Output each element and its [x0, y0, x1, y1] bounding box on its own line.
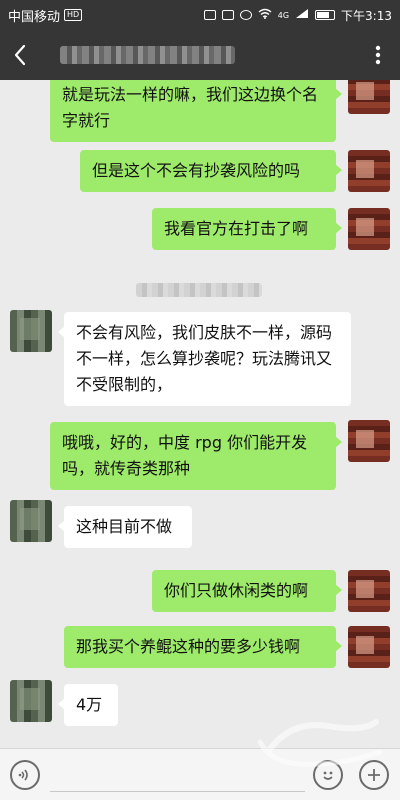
- message-bubble-sent[interactable]: 但是这个不会有抄袭风险的吗: [80, 150, 342, 192]
- message-bubble-sent[interactable]: 我看官方在打击了啊: [152, 208, 342, 250]
- message-bubble-sent[interactable]: 哦哦，好的，中度 rpg 你们能开发吗，就传奇类那种: [50, 422, 342, 490]
- clock: 下午3:13: [341, 8, 392, 23]
- plus-icon[interactable]: [359, 759, 389, 790]
- chat-header: [0, 30, 400, 80]
- alarm-icon: [239, 10, 252, 20]
- message-bubble-sent[interactable]: 你们只做休闲类的啊: [152, 570, 342, 612]
- message-bubble-received[interactable]: 这种目前不做: [58, 506, 192, 548]
- carrier-name: 中国移动: [8, 9, 61, 25]
- message-bubble-sent[interactable]: 那我买个养鲲这种的要多少钱啊: [64, 626, 342, 668]
- message-bubble-sent[interactable]: 就是玩法一样的嘛，我们这边换个名字就行: [50, 80, 342, 142]
- input-bar: [0, 748, 400, 800]
- message-input[interactable]: [50, 757, 305, 792]
- more-vertical-icon[interactable]: [356, 30, 400, 80]
- contact-avatar[interactable]: [10, 310, 52, 352]
- status-icons: 4G 下午3:13: [203, 7, 392, 24]
- wifi-icon: [258, 8, 272, 22]
- my-avatar[interactable]: [348, 150, 390, 192]
- message-bubble-received[interactable]: 4万: [58, 684, 118, 726]
- hd-badge: HD: [64, 9, 83, 21]
- signal-icon: [295, 8, 309, 22]
- my-avatar[interactable]: [348, 570, 390, 612]
- emoji-icon[interactable]: [313, 759, 343, 790]
- timestamp-pixelated: [136, 283, 262, 297]
- message-list[interactable]: 就是玩法一样的嘛，我们这边换个名字就行 但是这个不会有抄袭风险的吗 我看官方在打…: [0, 80, 400, 748]
- message-bubble-received[interactable]: 不会有风险，我们皮肤不一样，源码不一样，怎么算抄袭呢？玩法腾讯又不受限制的，: [58, 312, 351, 406]
- status-bar: 中国移动 HD 4G 下午3:13: [0, 0, 400, 30]
- voice-icon[interactable]: [10, 759, 40, 790]
- contact-avatar[interactable]: [10, 680, 52, 722]
- battery-icon: [315, 10, 336, 20]
- contact-name-pixelated: [60, 46, 235, 64]
- chevron-left-icon[interactable]: [0, 30, 40, 80]
- my-avatar[interactable]: [348, 420, 390, 462]
- my-avatar[interactable]: [348, 626, 390, 668]
- my-avatar[interactable]: [348, 80, 390, 114]
- network-type: 4G: [277, 10, 290, 20]
- nfc-icon: [203, 10, 216, 20]
- my-avatar[interactable]: [348, 208, 390, 250]
- vibrate-icon: [221, 10, 234, 20]
- contact-avatar[interactable]: [10, 500, 52, 542]
